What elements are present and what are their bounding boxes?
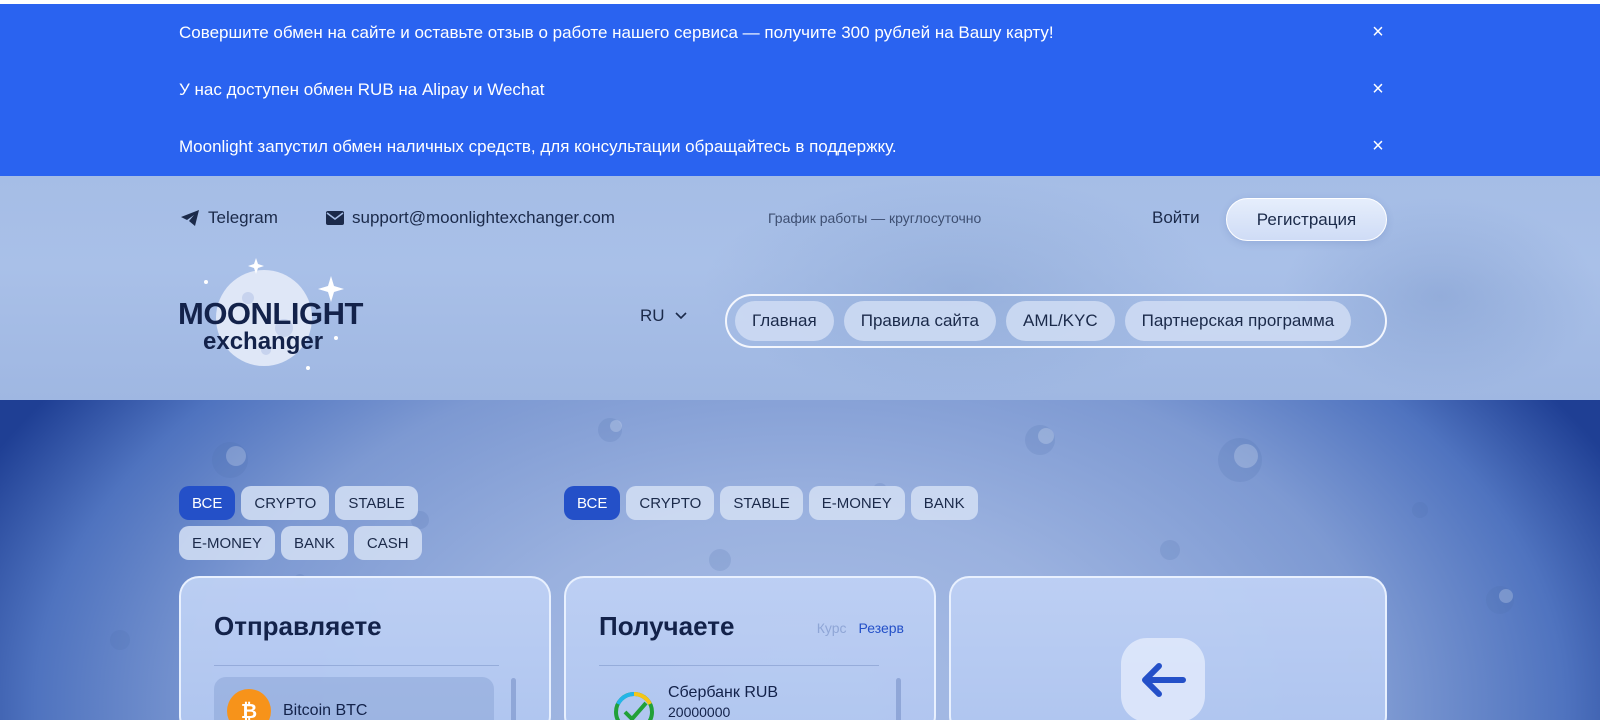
receive-title: Получаете (599, 611, 735, 641)
chevron-down-icon (674, 312, 687, 320)
send-filter-bank[interactable]: BANK (281, 526, 348, 560)
receive-filters: ВСЕ CRYPTO STABLE E-MONEY BANK (564, 486, 984, 520)
send-title: Отправляете (214, 611, 382, 641)
send-filter-cash[interactable]: CASH (353, 526, 422, 560)
receive-filter-crypto[interactable]: CRYPTO (626, 486, 715, 520)
rate-tabs: Курс Резерв (817, 620, 904, 636)
nav-item-aml-kyc[interactable]: AML/KYC (1005, 301, 1115, 341)
logo-subtitle: exchanger (203, 328, 324, 355)
login-link[interactable]: Войти (1152, 208, 1200, 228)
logo-title: MOONLIGHT (178, 296, 363, 331)
email-link[interactable]: support@moonlightexchanger.com (326, 208, 615, 228)
svg-text:₿: ₿ (241, 699, 257, 720)
nav-item-home[interactable]: Главная (735, 301, 834, 341)
notice-item: Совершите обмен на сайте и оставьте отзы… (0, 4, 1600, 61)
notice-text: Moonlight запустил обмен наличных средст… (179, 137, 897, 156)
send-card: Отправляете ₿ Bitcoin BTC (179, 576, 551, 720)
currency-reserve: 20000000 (668, 704, 731, 720)
close-icon[interactable]: × (1366, 77, 1390, 101)
email-label: support@moonlightexchanger.com (352, 208, 615, 227)
divider (599, 665, 879, 666)
currency-name: Bitcoin BTC (283, 702, 368, 719)
notice-item: Moonlight запустил обмен наличных средст… (0, 118, 1600, 175)
scrollbar[interactable] (511, 678, 516, 720)
page: Совершите обмен на сайте и оставьте отзы… (0, 4, 1600, 720)
currency-item-btc[interactable]: ₿ Bitcoin BTC (214, 677, 494, 720)
sberbank-icon (612, 690, 656, 720)
nav-item-partners[interactable]: Партнерская программа (1124, 301, 1352, 341)
receive-filter-bank[interactable]: BANK (910, 486, 978, 520)
send-filter-all[interactable]: ВСЕ (179, 486, 236, 520)
logo[interactable]: MOONLIGHT exchanger (176, 258, 376, 378)
telegram-link[interactable]: Telegram (180, 208, 278, 228)
receive-card: Получаете Курс Резерв Сбербанк RUB 20000… (564, 576, 936, 720)
receive-filter-emoney[interactable]: E-MONEY (808, 486, 905, 520)
telegram-icon (181, 210, 199, 226)
exchange-card (949, 576, 1387, 720)
send-filter-emoney[interactable]: E-MONEY (179, 526, 276, 560)
tab-reserve[interactable]: Резерв (859, 620, 904, 636)
arrow-left-icon (1142, 663, 1186, 697)
language-label: RU (640, 306, 665, 325)
scrollbar[interactable] (896, 678, 901, 720)
notice-bar: Совершите обмен на сайте и оставьте отзы… (0, 4, 1600, 176)
schedule-text: График работы — круглосуточно (768, 210, 982, 226)
send-filter-stable[interactable]: STABLE (335, 486, 418, 520)
divider (214, 665, 499, 666)
notice-item: У нас доступен обмен RUB на Alipay и Wec… (0, 61, 1600, 118)
currency-item-sberbank[interactable]: Сбербанк RUB 20000000 (599, 670, 879, 720)
notice-text: Совершите обмен на сайте и оставьте отзы… (179, 23, 1054, 42)
receive-filter-stable[interactable]: STABLE (720, 486, 803, 520)
language-selector[interactable]: RU (640, 306, 687, 326)
register-button[interactable]: Регистрация (1226, 198, 1387, 241)
send-filter-crypto[interactable]: CRYPTO (241, 486, 330, 520)
main-nav: Главная Правила сайта AML/KYC Партнерска… (725, 294, 1387, 348)
tab-rate[interactable]: Курс (817, 620, 847, 636)
bitcoin-icon: ₿ (227, 689, 271, 720)
telegram-label: Telegram (208, 208, 278, 227)
close-icon[interactable]: × (1366, 20, 1390, 44)
currency-name: Сбербанк RUB (668, 684, 779, 701)
receive-filter-all[interactable]: ВСЕ (564, 486, 621, 520)
notice-text: У нас доступен обмен RUB на Alipay и Wec… (179, 80, 545, 99)
back-button[interactable] (1121, 638, 1205, 720)
site-header: Telegram support@moonlightexchanger.com … (0, 176, 1600, 400)
send-filters: ВСЕ CRYPTO STABLE E-MONEY BANK CASH (179, 486, 519, 560)
close-icon[interactable]: × (1366, 134, 1390, 158)
mail-icon (326, 211, 344, 225)
nav-item-rules[interactable]: Правила сайта (843, 301, 996, 341)
